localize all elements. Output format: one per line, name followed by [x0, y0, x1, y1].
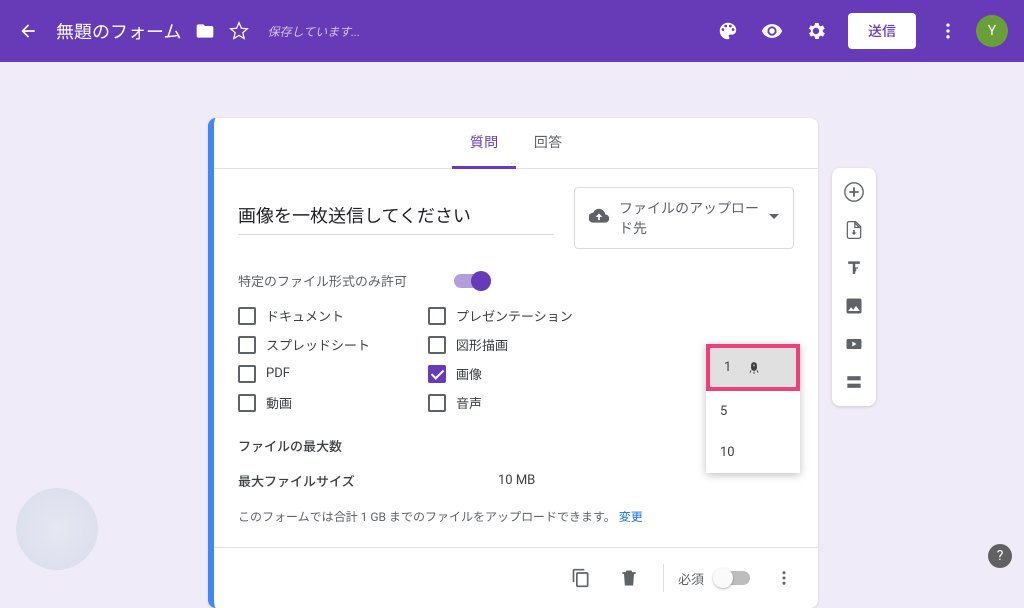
allow-types-label: 特定のファイル形式のみ許可: [238, 271, 407, 290]
tab-bar: 質問 回答 ⋯: [214, 118, 818, 169]
more-icon[interactable]: [930, 13, 966, 49]
add-section-icon[interactable]: [836, 366, 872, 398]
type-label: ファイルのアップロード先: [619, 198, 759, 238]
question-type-select[interactable]: ファイルのアップロード先: [574, 187, 794, 249]
allow-types-toggle[interactable]: [454, 274, 488, 288]
max-files-dropdown: 1 5 10: [706, 344, 800, 473]
filetype-spreadsheet[interactable]: スプレッドシート: [238, 335, 408, 354]
folder-icon[interactable]: [193, 19, 217, 43]
form-title[interactable]: 無題のフォーム: [56, 18, 181, 44]
cursor-icon: [747, 361, 761, 375]
add-question-icon[interactable]: [836, 176, 872, 208]
filetype-audio[interactable]: 音声: [428, 393, 598, 412]
upload-note: このフォームでは合計 1 GB までのファイルをアップロードできます。 変更: [238, 508, 794, 527]
drag-handle-icon[interactable]: ⋯: [510, 155, 522, 170]
star-icon[interactable]: [227, 19, 251, 43]
change-link[interactable]: 変更: [619, 510, 643, 524]
user-avatar[interactable]: Y: [976, 15, 1008, 47]
max-files-label: ファイルの最大数: [238, 436, 498, 455]
preview-icon[interactable]: [754, 13, 790, 49]
duplicate-icon[interactable]: [561, 558, 601, 598]
filetype-image[interactable]: 画像: [428, 364, 598, 383]
max-size-select[interactable]: 10 MB: [498, 473, 535, 488]
required-toggle[interactable]: [716, 571, 750, 585]
add-title-icon[interactable]: [836, 252, 872, 284]
max-size-label: 最大ファイルサイズ: [238, 471, 498, 490]
filetype-grid: ドキュメント プレゼンテーション スプレッドシート 図形描画 PDF 画像 動画…: [238, 306, 598, 412]
saving-status: 保存しています...: [267, 23, 360, 40]
required-label: 必須: [678, 569, 704, 588]
filetype-presentation[interactable]: プレゼンテーション: [428, 306, 598, 325]
question-toolbar: [832, 168, 876, 406]
dropdown-option-1[interactable]: 1: [706, 344, 800, 391]
send-button[interactable]: 送信: [848, 13, 916, 49]
question-title-input[interactable]: 画像を一枚送信してください: [238, 202, 554, 235]
import-questions-icon[interactable]: [836, 214, 872, 246]
tab-questions[interactable]: 質問: [452, 118, 516, 169]
dropdown-option-5[interactable]: 5: [706, 391, 800, 432]
palette-icon[interactable]: [710, 13, 746, 49]
question-more-icon[interactable]: [764, 558, 804, 598]
filetype-pdf[interactable]: PDF: [238, 364, 408, 383]
back-icon[interactable]: [16, 19, 40, 43]
dropdown-option-10[interactable]: 10: [706, 432, 800, 473]
avatar-illustration: [16, 488, 98, 570]
filetype-document[interactable]: ドキュメント: [238, 306, 408, 325]
help-icon[interactable]: ?: [988, 544, 1012, 568]
tab-responses[interactable]: 回答: [516, 118, 580, 168]
add-video-icon[interactable]: [836, 328, 872, 360]
filetype-video[interactable]: 動画: [238, 393, 408, 412]
app-header: 無題のフォーム 保存しています... 送信 Y: [0, 0, 1024, 62]
cloud-upload-icon: [589, 206, 609, 230]
delete-icon[interactable]: [609, 558, 649, 598]
filetype-drawing[interactable]: 図形描画: [428, 335, 598, 354]
caret-down-icon: [769, 210, 779, 226]
add-image-icon[interactable]: [836, 290, 872, 322]
settings-icon[interactable]: [798, 13, 834, 49]
